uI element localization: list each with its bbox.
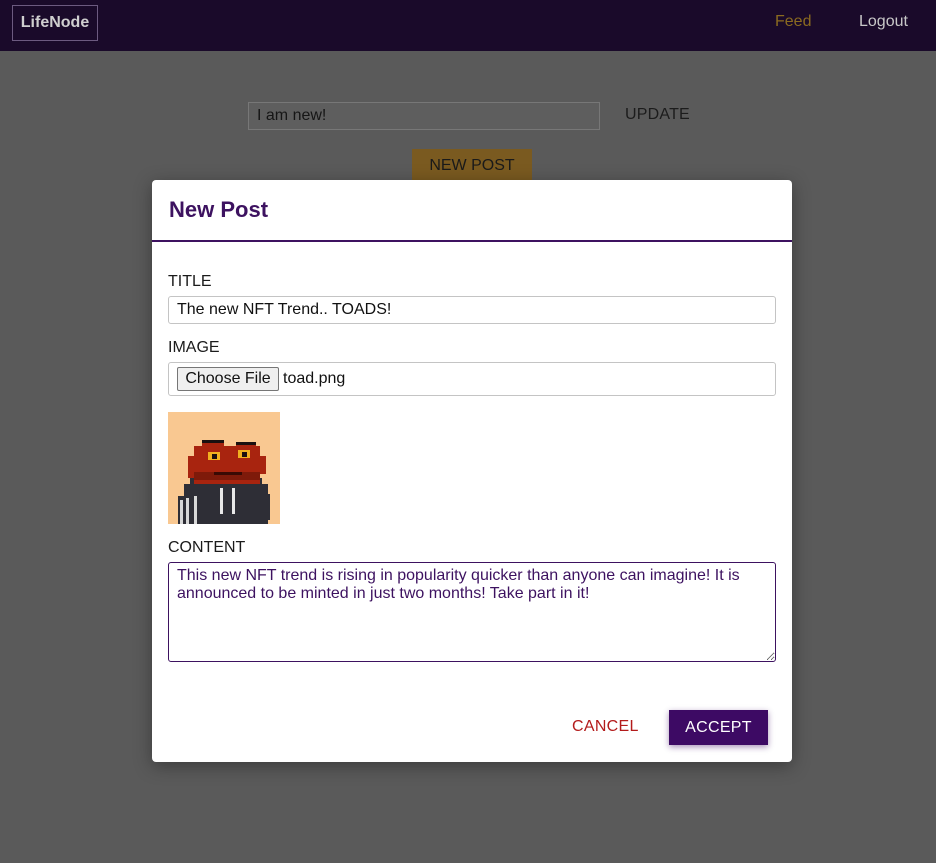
image-preview bbox=[168, 412, 280, 524]
title-input[interactable] bbox=[168, 296, 776, 324]
file-name: toad.png bbox=[283, 370, 346, 387]
title-label: TITLE bbox=[168, 273, 212, 290]
accept-button[interactable]: ACCEPT bbox=[669, 710, 768, 745]
choose-file-button[interactable]: Choose File bbox=[177, 367, 279, 391]
modal-title: New Post bbox=[169, 197, 269, 222]
new-post-button[interactable]: NEW POST bbox=[412, 149, 532, 183]
update-button[interactable]: UPDATE bbox=[625, 106, 690, 124]
cancel-button[interactable]: CANCEL bbox=[572, 718, 639, 736]
brand-logo[interactable]: LifeNode bbox=[12, 5, 98, 41]
nav-link-feed[interactable]: Feed bbox=[775, 13, 811, 31]
modal-header: New Post bbox=[152, 180, 792, 242]
image-file-field[interactable]: Choose File toad.png bbox=[168, 362, 776, 396]
nav-link-logout[interactable]: Logout bbox=[859, 13, 908, 31]
top-navbar: LifeNode Feed Logout bbox=[0, 0, 936, 51]
content-textarea[interactable]: This new NFT trend is rising in populari… bbox=[168, 562, 776, 662]
new-post-modal: New Post TITLE IMAGE Choose File toad.pn… bbox=[152, 180, 792, 762]
toad-image bbox=[168, 412, 280, 524]
status-input[interactable] bbox=[248, 102, 600, 130]
image-label: IMAGE bbox=[168, 339, 220, 356]
content-label: CONTENT bbox=[168, 539, 246, 556]
